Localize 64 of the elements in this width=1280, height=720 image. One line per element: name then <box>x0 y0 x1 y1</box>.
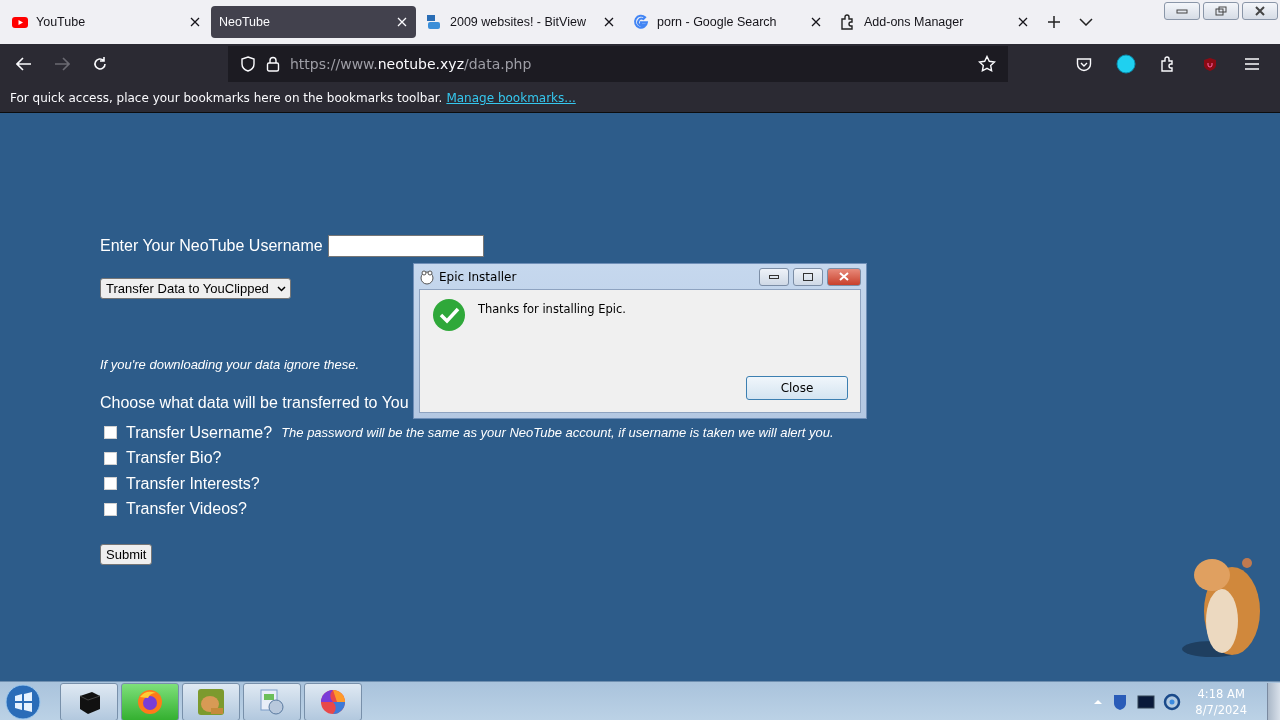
submit-button[interactable]: Submit <box>100 544 153 565</box>
dialog-title: Epic Installer <box>439 269 517 284</box>
reload-icon[interactable] <box>92 56 108 72</box>
browser-tab[interactable]: NeoTube <box>211 6 416 38</box>
minimize-button[interactable] <box>759 267 789 286</box>
option-label: Transfer Username? <box>126 423 273 442</box>
browser-tab[interactable]: porn - Google Search <box>625 6 830 38</box>
lock-icon <box>266 56 280 72</box>
chevron-down-icon[interactable] <box>1079 18 1093 26</box>
star-icon[interactable] <box>978 55 996 73</box>
address-bar[interactable]: https://www.neotube.xyz/data.php <box>228 46 1008 82</box>
puzzle-icon[interactable] <box>1160 56 1176 72</box>
checkmark-icon <box>432 298 466 332</box>
hint-text: If you're downloading your data ignore these. <box>100 357 361 372</box>
browser-tab[interactable]: YouTube <box>4 6 209 38</box>
close-icon[interactable] <box>810 16 822 28</box>
show-desktop-button[interactable] <box>1267 682 1280 720</box>
minimize-icon <box>769 274 779 279</box>
checkbox[interactable] <box>104 477 117 491</box>
hamster-icon <box>196 686 226 717</box>
close-button[interactable] <box>1242 2 1278 20</box>
option-label: Transfer Bio? <box>126 449 222 468</box>
network-icon[interactable] <box>1163 692 1182 711</box>
back-icon[interactable] <box>16 57 32 71</box>
taskbar-button[interactable] <box>60 682 118 720</box>
restore-button[interactable] <box>1203 2 1239 20</box>
close-dialog-button[interactable]: Close <box>746 376 848 400</box>
minimize-icon <box>1176 8 1188 14</box>
plus-icon[interactable] <box>1047 15 1061 29</box>
puzzle-icon <box>840 14 856 30</box>
close-button[interactable] <box>827 267 861 286</box>
close-icon[interactable] <box>603 16 615 28</box>
choose-label: Choose what data will be transferred to You <box>100 394 409 412</box>
close-icon <box>839 272 849 281</box>
account-icon[interactable] <box>1116 54 1136 74</box>
close-icon[interactable] <box>189 16 201 28</box>
checkbox[interactable] <box>104 426 117 440</box>
tv-icon <box>426 14 442 30</box>
browser-tab[interactable]: Add-ons Manager <box>832 6 1037 38</box>
maximize-icon <box>803 272 813 281</box>
checkbox[interactable] <box>104 451 117 465</box>
installer-icon <box>257 686 287 717</box>
shield-icon[interactable] <box>240 56 256 72</box>
transfer-dropdown[interactable]: Transfer Data to YouClipped <box>100 278 291 299</box>
browser-tab[interactable]: 2009 websites! - BitView <box>418 6 623 38</box>
pocket-icon[interactable] <box>1076 56 1092 72</box>
close-icon[interactable] <box>1017 16 1029 28</box>
chevron-down-icon <box>276 285 286 292</box>
username-field[interactable] <box>327 235 484 257</box>
play-icon <box>12 14 28 30</box>
option-note: The password will be the same as your NeoTube account, if username is taken we will alert you. <box>281 425 834 441</box>
option-label: Transfer Interests? <box>126 474 260 493</box>
forward-icon[interactable] <box>54 57 70 71</box>
manage-bookmarks-link[interactable]: Manage bookmarks... <box>446 91 576 105</box>
username-label: Enter Your NeoTube Username <box>100 237 323 255</box>
option-label: Transfer Videos? <box>126 500 247 519</box>
restore-icon <box>1215 6 1227 16</box>
monitor-icon[interactable] <box>1137 692 1156 711</box>
dialog-message: Thanks for installing Epic. <box>478 302 627 318</box>
checkbox[interactable] <box>104 502 117 516</box>
bookmarks-hint: For quick access, place your bookmarks here on the bookmarks toolbar. <box>10 91 443 105</box>
menu-icon[interactable] <box>1245 58 1259 70</box>
maximize-button[interactable] <box>793 267 823 286</box>
close-icon <box>1254 6 1266 16</box>
